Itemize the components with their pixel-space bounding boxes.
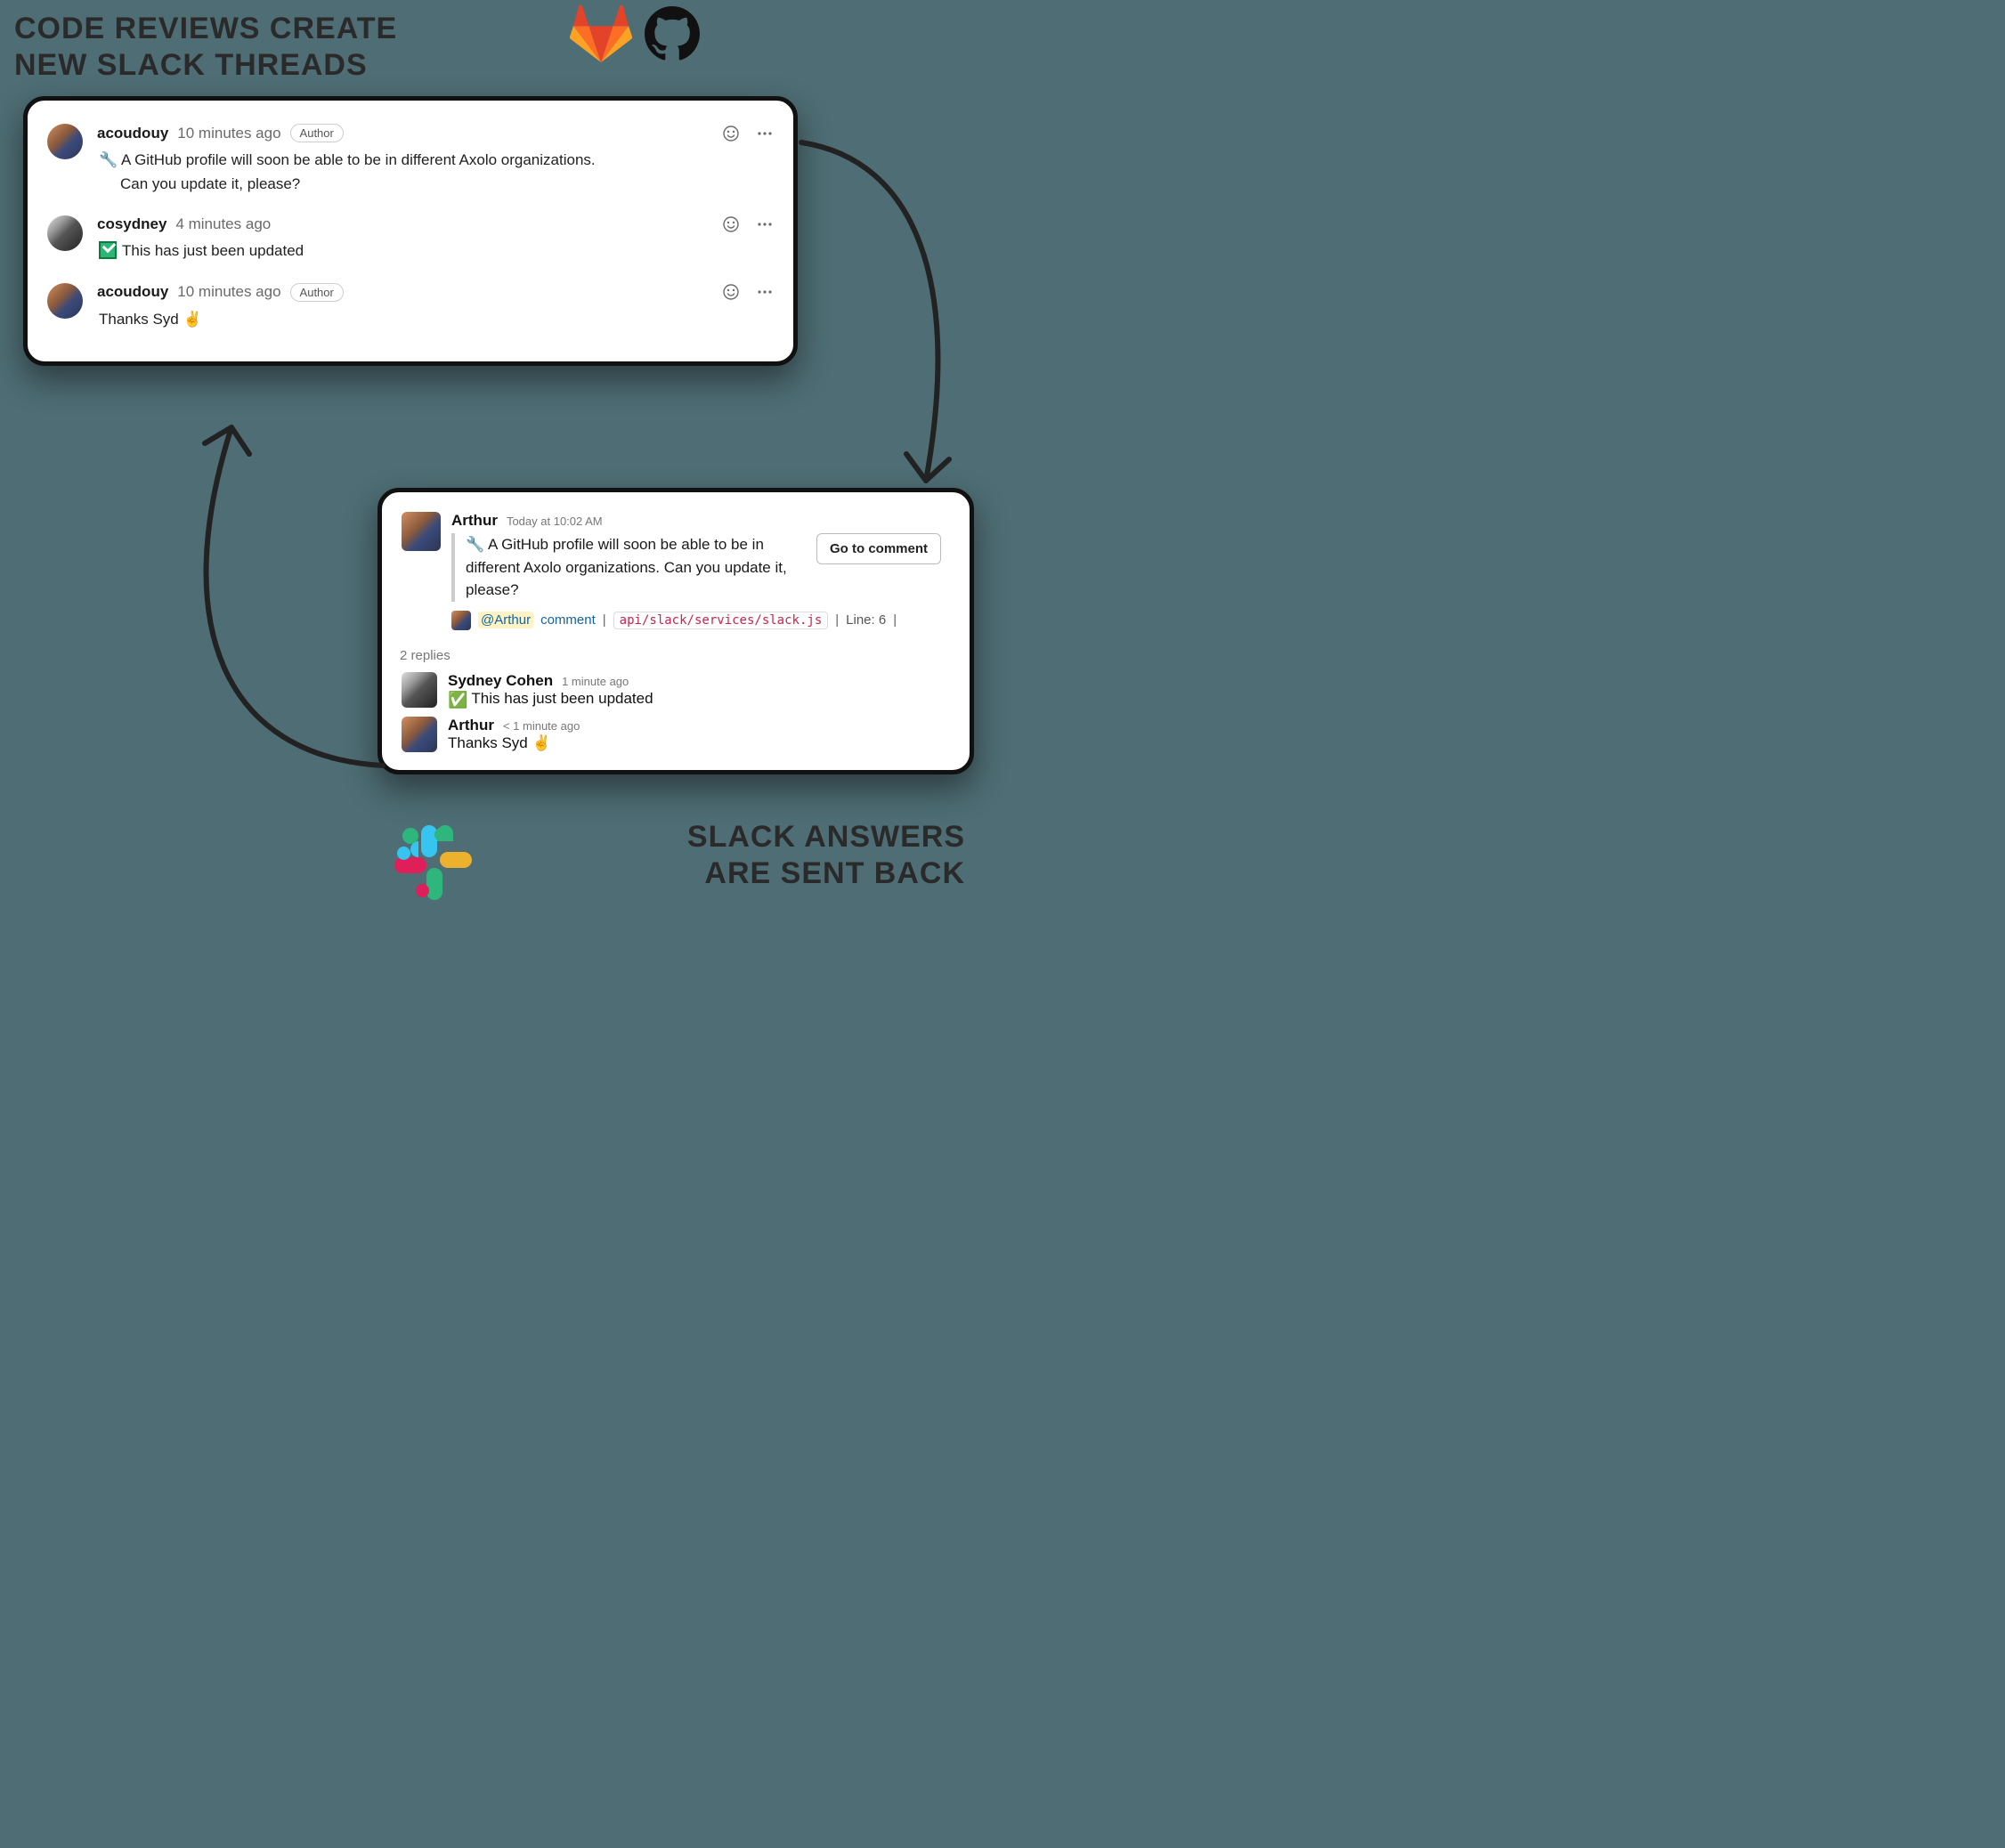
comment-time: 10 minutes ago (177, 283, 280, 301)
arrow-left-icon (142, 374, 410, 801)
github-thread-panel: acoudouy 10 minutes ago Author 🔧 A GitHu… (23, 96, 798, 366)
message-time: Today at 10:02 AM (507, 515, 603, 528)
heading-top: CODE REVIEWS CREATENEW SLACK THREADS (14, 11, 397, 84)
author-badge: Author (290, 124, 344, 142)
avatar (47, 283, 83, 319)
slack-reply: Arthur < 1 minute ago Thanks Syd ✌️ (402, 713, 950, 756)
vcs-icons (570, 5, 700, 62)
github-comment: acoudouy 10 minutes ago Author 🔧 A GitHu… (47, 115, 774, 212)
github-comment: acoudouy 10 minutes ago Author Thanks Sy… (47, 280, 774, 347)
more-icon[interactable] (756, 125, 774, 142)
reply-text: ✅This has just been updated (448, 690, 653, 709)
author-badge: Author (290, 283, 344, 302)
reply-time: < 1 minute ago (503, 719, 580, 733)
file-path: api/slack/services/slack.js (613, 612, 829, 629)
avatar (402, 672, 437, 708)
reply-author[interactable]: Arthur (448, 717, 494, 734)
quoted-text: 🔧 A GitHub profile will soon be able to … (451, 533, 808, 602)
comment-author[interactable]: cosydney (97, 215, 166, 233)
reply-text: Thanks Syd ✌️ (448, 734, 580, 752)
comment-text: Thanks Syd ✌️ (97, 307, 774, 331)
comment-author[interactable]: acoudouy (97, 125, 168, 142)
check-icon: ✅ (448, 691, 467, 709)
avatar (451, 611, 471, 630)
message-author[interactable]: Arthur (451, 512, 498, 530)
go-to-comment-button[interactable]: Go to comment (816, 533, 941, 564)
github-icon (645, 6, 700, 61)
emoji-react-icon[interactable] (722, 125, 740, 142)
slack-message: Arthur Today at 10:02 AM 🔧 A GitHub prof… (402, 508, 950, 639)
comment-text: 🔧 A GitHub profile will soon be able to … (97, 148, 774, 196)
message-metadata: @Arthur comment | api/slack/services/sla… (451, 611, 950, 630)
check-icon (99, 241, 117, 259)
avatar (47, 124, 83, 159)
comment-time: 10 minutes ago (177, 125, 280, 142)
comment-link[interactable]: comment (540, 612, 596, 628)
comment-time: 4 minutes ago (175, 215, 271, 233)
more-icon[interactable] (756, 283, 774, 301)
reply-author[interactable]: Sydney Cohen (448, 672, 553, 690)
slack-reply: Sydney Cohen 1 minute ago ✅This has just… (402, 669, 950, 713)
more-icon[interactable] (756, 215, 774, 233)
gitlab-icon (570, 5, 632, 62)
github-comment: cosydney 4 minutes ago This has just bee… (47, 212, 774, 279)
avatar (402, 512, 441, 551)
line-number: Line: 6 (846, 612, 886, 628)
arrow-right-icon (775, 125, 979, 534)
reply-time: 1 minute ago (562, 675, 629, 688)
heading-bottom: SLACK ANSWERSARE SENT BACK (687, 819, 965, 892)
emoji-react-icon[interactable] (722, 215, 740, 233)
comment-text: This has just been updated (97, 239, 774, 263)
emoji-react-icon[interactable] (722, 283, 740, 301)
slack-icon (392, 823, 472, 903)
avatar (47, 215, 83, 251)
mention[interactable]: @Arthur (478, 612, 533, 628)
comment-author[interactable]: acoudouy (97, 283, 168, 301)
avatar (402, 717, 437, 752)
slack-thread-panel: Arthur Today at 10:02 AM 🔧 A GitHub prof… (377, 488, 974, 774)
replies-count: 2 replies (400, 648, 950, 663)
